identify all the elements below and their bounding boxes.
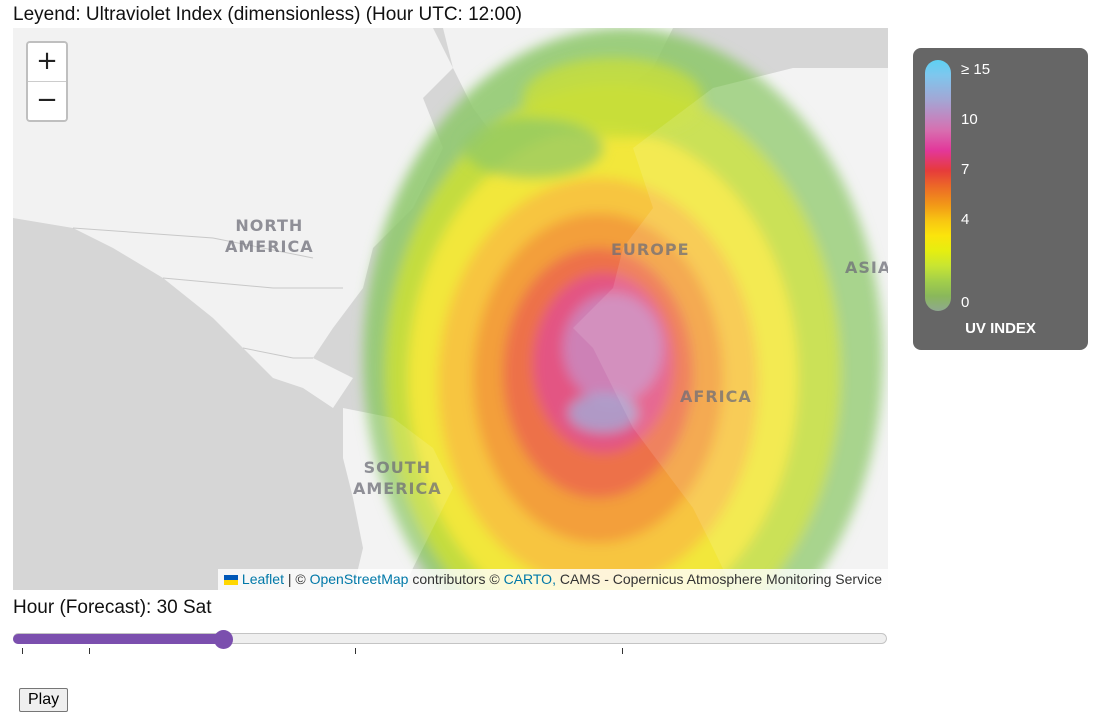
hour-forecast-label: Hour (Forecast): 30 Sat: [13, 597, 212, 618]
attribution-cams: CAMS - Copernicus Atmosphere Monitoring …: [555, 571, 882, 587]
uv-legend: ≥ 15 10 7 4 0 UV INDEX: [913, 48, 1088, 350]
basemap: [13, 28, 888, 590]
legend-tick-0: 0: [961, 294, 970, 311]
attribution-contributors: contributors ©: [408, 571, 504, 587]
map-label-south-america: SOUTH AMERICA: [353, 458, 442, 498]
map-attribution: Leaflet | © OpenStreetMap contributors ©…: [217, 569, 888, 590]
slider-tick: [22, 648, 23, 654]
legend-tick-10: 10: [961, 111, 978, 128]
slider-tick: [355, 648, 356, 654]
hour-slider-fill: [13, 634, 223, 644]
map-label-north-america: NORTH AMERICA: [225, 216, 314, 256]
uv-color-scale: [925, 60, 951, 311]
map-label-asia: ASIA: [845, 258, 888, 277]
legend-title: UV INDEX: [965, 320, 1036, 337]
attribution-separator: | ©: [283, 571, 310, 587]
map-label-africa: AFRICA: [680, 387, 752, 406]
legend-tick-15: ≥ 15: [961, 61, 991, 78]
play-button[interactable]: Play: [19, 688, 69, 712]
carto-link[interactable]: CARTO,: [504, 571, 556, 587]
openstreetmap-link[interactable]: OpenStreetMap: [310, 571, 409, 587]
slider-tick: [89, 648, 90, 654]
zoom-control: + −: [26, 41, 68, 122]
map-label-europe: EUROPE: [611, 240, 690, 259]
zoom-out-button[interactable]: −: [28, 81, 66, 120]
hour-slider-thumb[interactable]: [213, 630, 233, 649]
page-title: Leyend: Ultraviolet Index (dimensionless…: [13, 4, 522, 25]
leaflet-link[interactable]: Leaflet: [242, 571, 284, 587]
zoom-in-button[interactable]: +: [28, 43, 66, 81]
slider-tick: [622, 648, 623, 654]
legend-tick-7: 7: [961, 161, 970, 178]
ukraine-flag-icon: [223, 575, 238, 585]
map-view[interactable]: NORTH AMERICA EUROPE ASIA AFRICA SOUTH A…: [13, 28, 888, 590]
legend-tick-4: 4: [961, 211, 970, 228]
